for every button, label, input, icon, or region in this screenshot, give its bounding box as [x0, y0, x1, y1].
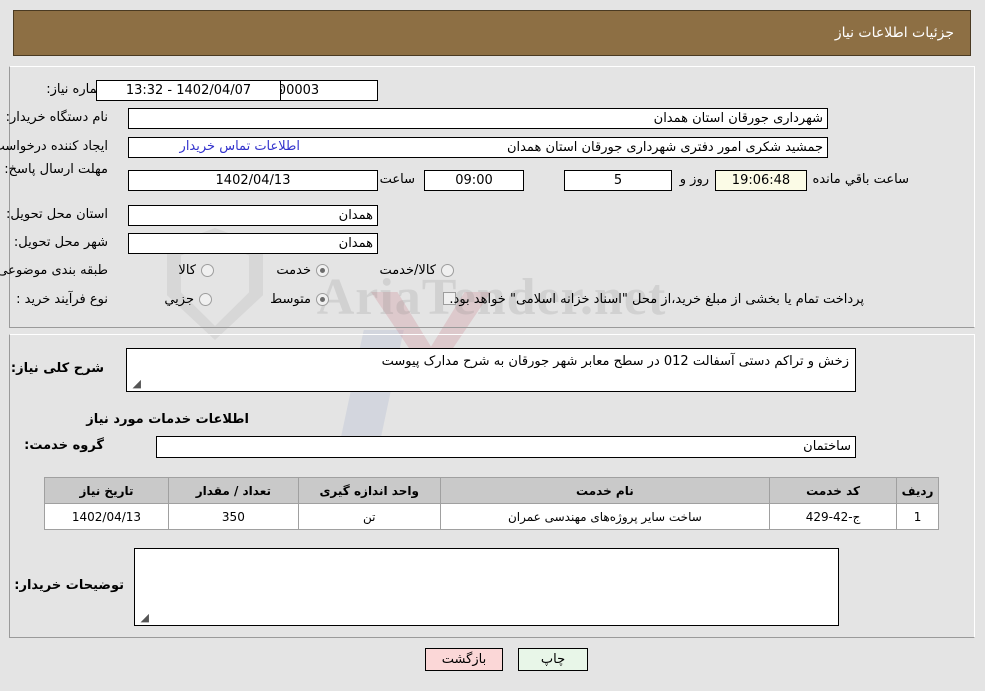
countdown-timer-field: 19:06:48 — [716, 170, 808, 191]
resize-grip-icon[interactable]: ◢ — [130, 378, 142, 390]
th-unit: واحد اندازه گیری — [298, 477, 442, 504]
th-row-no: ردیف — [897, 477, 940, 504]
buyer-comments-textarea[interactable]: ◢ — [135, 548, 840, 626]
process-label: نوع فرآیند خرید : — [17, 292, 109, 307]
th-service-code: کد خدمت — [770, 477, 899, 504]
treasury-text: پرداخت تمام یا بخشی از مبلغ خرید،از محل … — [450, 292, 865, 307]
creator-label: ایجاد کننده درخواست: — [0, 139, 109, 154]
category-label-wrap: طبقه بندی موضوعی: — [0, 263, 109, 278]
cell-row-no: 1 — [897, 503, 940, 530]
cell-service-name: ساخت سایر پروژه‌های مهندسی عمران — [440, 503, 772, 530]
days-label: روز و — [680, 172, 710, 187]
delivery-province-label: استان محل تحویل: — [7, 207, 109, 222]
category-option-label-1: خدمت — [277, 263, 312, 278]
deadline-time-field[interactable]: 09:00 — [425, 170, 525, 191]
page-root: AriaTender.net جزئیات اطلاعات نیاز شماره… — [0, 0, 985, 691]
need-description-label: شرح کلی نیاز: — [11, 361, 105, 376]
buyer-comments-label-wrap: توضیحات خریدار: — [15, 578, 125, 593]
deadline-label: مهلت ارسال پاسخ: تا تاریخ: — [0, 162, 109, 177]
days-remaining-field[interactable]: 5 — [565, 170, 673, 191]
cell-quantity: 350 — [168, 503, 300, 530]
print-button[interactable]: چاپ — [519, 648, 589, 671]
th-service-name: نام خدمت — [440, 477, 772, 504]
th-need-date: تاریخ نیاز — [45, 477, 170, 504]
delivery-city-field[interactable]: همدان — [129, 233, 379, 254]
buyer-org-field[interactable]: شهرداری جورقان استان همدان — [129, 108, 829, 129]
service-group-field[interactable]: ساختمان — [157, 436, 857, 458]
category-option-kala-khedmat[interactable]: کالا/خدمت — [380, 263, 455, 278]
category-option-label-2: کالا/خدمت — [380, 263, 437, 278]
page-title: جزئیات اطلاعات نیاز — [835, 25, 955, 41]
process-option-label-0: جزیي — [165, 292, 195, 307]
radio-jozei-icon[interactable] — [200, 293, 213, 306]
cell-unit: تن — [298, 503, 442, 530]
radio-kala-icon[interactable] — [202, 264, 215, 277]
creator-label-wrap: ایجاد کننده درخواست: — [0, 139, 109, 154]
delivery-province-field[interactable]: همدان — [129, 205, 379, 226]
deadline-date-field[interactable]: 1402/04/13 — [129, 170, 379, 191]
delivery-province-label-wrap: استان محل تحویل: — [7, 207, 109, 222]
back-button[interactable]: بازگشت — [426, 648, 504, 671]
services-table: ردیف کد خدمت نام خدمت واحد اندازه گیری ت… — [45, 477, 940, 530]
radio-khedmat-icon[interactable] — [317, 264, 330, 277]
buyer-org-label-wrap: نام دستگاه خریدار: — [7, 110, 109, 125]
buyer-contact-link-wrap[interactable]: اطلاعات تماس خریدار — [181, 139, 301, 154]
need-description-textarea[interactable]: زخش و تراکم دستی آسفالت 012 در سطح معابر… — [127, 348, 857, 392]
announce-datetime-field[interactable]: 1402/04/07 - 13:32 — [97, 80, 282, 101]
cell-need-date: 1402/04/13 — [45, 503, 170, 530]
resize-grip-icon-2[interactable]: ◢ — [138, 612, 150, 624]
countdown-label: ساعت باقي مانده — [813, 172, 910, 187]
table-row: 1 ج-42-429 ساخت سایر پروژه‌های مهندسی عم… — [45, 503, 940, 530]
service-group-label: گروه خدمت: — [25, 438, 105, 453]
buyer-contact-link[interactable]: اطلاعات تماس خریدار — [181, 139, 301, 154]
need-description-label-wrap: شرح کلی نیاز: — [12, 361, 105, 376]
deadline-hour-label: ساعت — [380, 172, 416, 187]
radio-motevaset-icon[interactable] — [317, 293, 330, 306]
deadline-hour-label-wrap: ساعت — [376, 172, 421, 187]
process-option-motevaset[interactable]: متوسط — [271, 292, 330, 307]
buyer-org-label: نام دستگاه خریدار: — [6, 110, 109, 125]
need-info-panel — [10, 66, 976, 328]
services-section-heading: اطلاعات خدمات مورد نیاز — [87, 412, 250, 427]
page-title-bar: جزئیات اطلاعات نیاز — [14, 10, 972, 56]
buyer-comments-label: توضیحات خریدار: — [15, 578, 125, 593]
countdown-label-wrap: ساعت باقي مانده — [809, 172, 915, 187]
category-option-khedmat[interactable]: خدمت — [277, 263, 330, 278]
delivery-city-label: شهر محل تحویل: — [14, 235, 109, 250]
need-description-text: زخش و تراکم دستی آسفالت 012 در سطح معابر… — [382, 354, 850, 369]
delivery-city-label-wrap: شهر محل تحویل: — [15, 235, 109, 250]
service-group-label-wrap: گروه خدمت: — [25, 438, 105, 453]
deadline-label-wrap: مهلت ارسال پاسخ: تا تاریخ: — [0, 162, 109, 177]
category-option-label-0: کالا — [179, 263, 197, 278]
radio-kala-khedmat-icon[interactable] — [442, 264, 455, 277]
cell-service-code: ج-42-429 — [770, 503, 899, 530]
category-option-kala[interactable]: کالا — [179, 263, 215, 278]
process-option-jozei[interactable]: جزیي — [165, 292, 213, 307]
category-label: طبقه بندی موضوعی: — [0, 263, 109, 278]
treasury-text-wrap: پرداخت تمام یا بخشی از مبلغ خرید،از محل … — [450, 292, 865, 307]
th-quantity: تعداد / مقدار — [168, 477, 300, 504]
process-option-label-1: متوسط — [271, 292, 312, 307]
process-label-wrap: نوع فرآیند خرید : — [17, 292, 109, 307]
table-header-row: ردیف کد خدمت نام خدمت واحد اندازه گیری ت… — [45, 477, 940, 504]
days-label-wrap: روز و — [676, 172, 715, 187]
